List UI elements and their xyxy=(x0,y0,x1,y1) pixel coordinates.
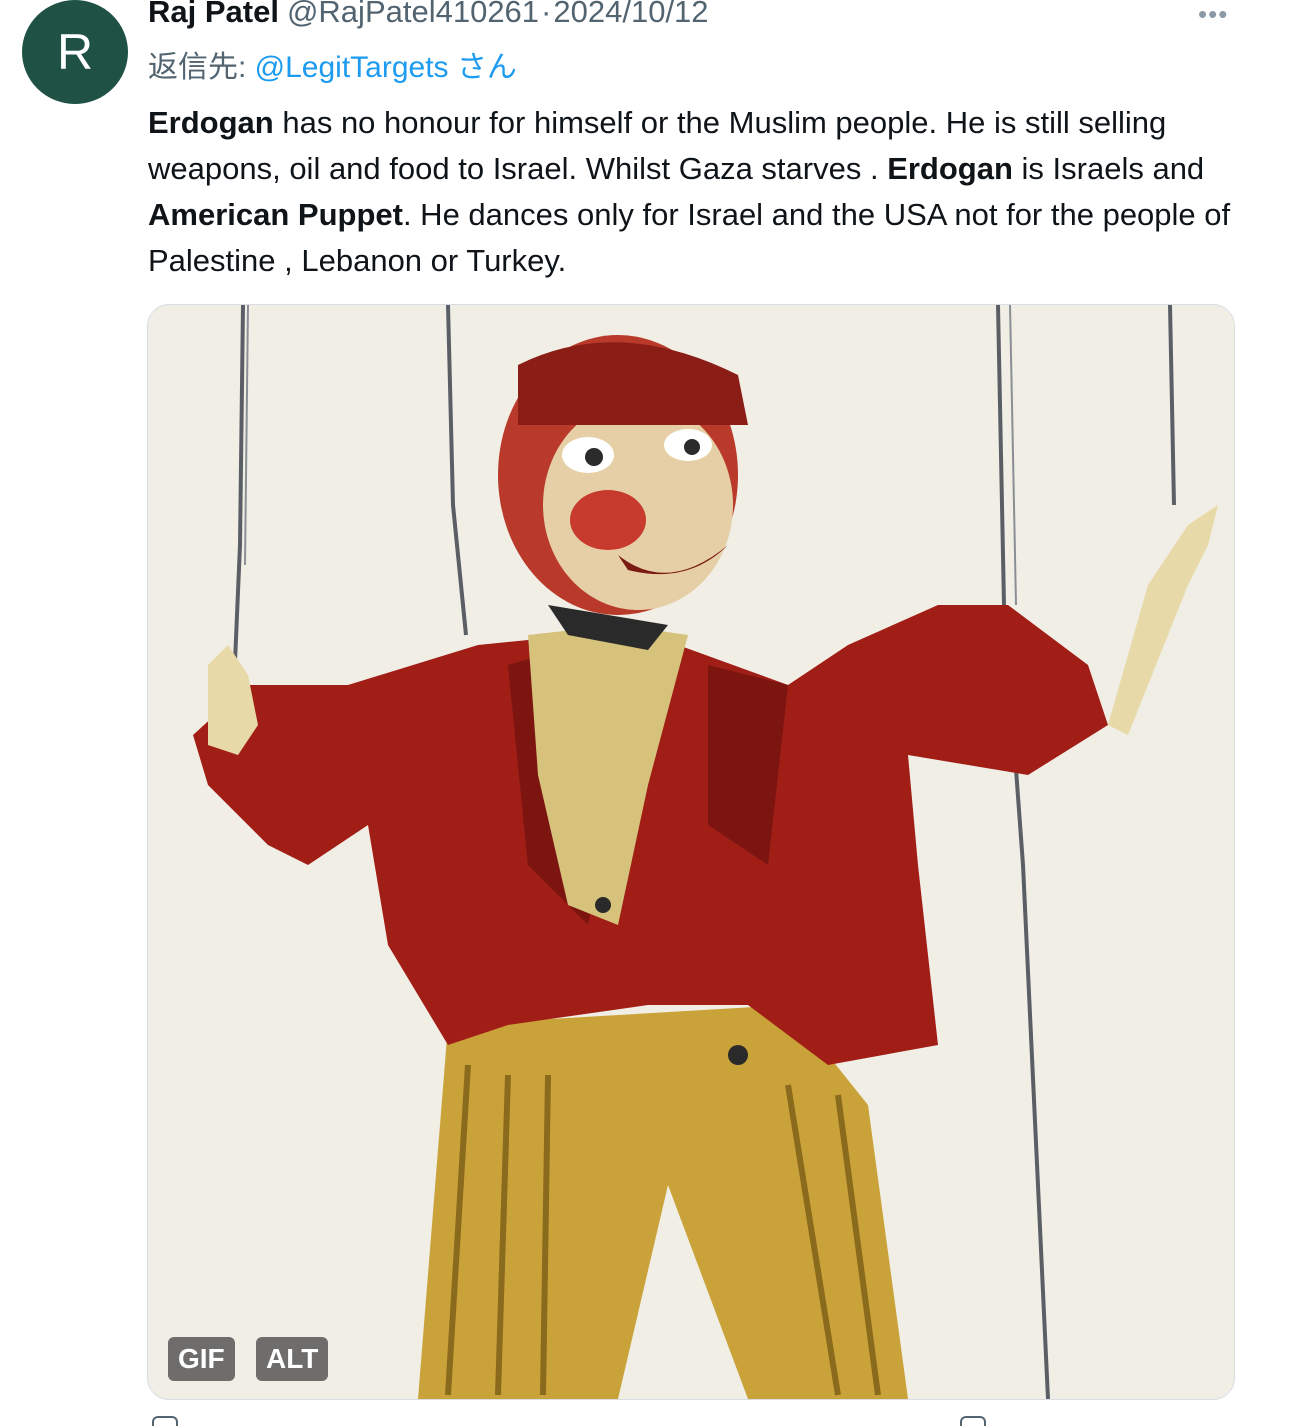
reply-to-line: 返信先: @LegitTargets さん xyxy=(148,42,517,86)
reply-suffix[interactable]: さん xyxy=(449,51,517,84)
text-segment: Erdogan xyxy=(148,105,274,140)
alt-badge[interactable]: ALT xyxy=(256,1337,329,1381)
reply-mention-link[interactable]: @LegitTargets xyxy=(255,51,449,84)
action-bar xyxy=(148,1416,1148,1426)
tweet-header: Raj Patel @RajPatel410261 · 2024/10/12 xyxy=(148,0,709,34)
tweet-date[interactable]: 2024/10/12 xyxy=(553,0,708,30)
tweet-card: R Raj Patel @RajPatel410261 · 2024/10/12… xyxy=(0,0,1311,1426)
avatar[interactable]: R xyxy=(22,0,128,104)
text-segment: is Israels and xyxy=(1012,151,1205,186)
reply-icon[interactable] xyxy=(152,1416,178,1426)
bookmark-icon[interactable] xyxy=(960,1416,986,1426)
text-segment: Erdogan xyxy=(887,151,1013,186)
text-segment: American Puppet xyxy=(148,197,403,232)
separator-dot: · xyxy=(541,0,552,29)
avatar-letter: R xyxy=(56,24,94,80)
tweet-text: Erdogan has no honour for himself or the… xyxy=(148,100,1248,284)
puppet-illustration xyxy=(148,305,1234,1399)
gif-media[interactable]: GIF ALT xyxy=(147,304,1235,1400)
more-horizontal-icon: ••• xyxy=(1198,0,1229,29)
reply-prefix: 返信先: xyxy=(148,51,255,84)
gif-badge[interactable]: GIF xyxy=(168,1337,235,1381)
user-handle[interactable]: @RajPatel410261 xyxy=(287,0,539,30)
display-name[interactable]: Raj Patel xyxy=(148,0,279,30)
more-options-button[interactable]: ••• xyxy=(1198,1,1238,27)
